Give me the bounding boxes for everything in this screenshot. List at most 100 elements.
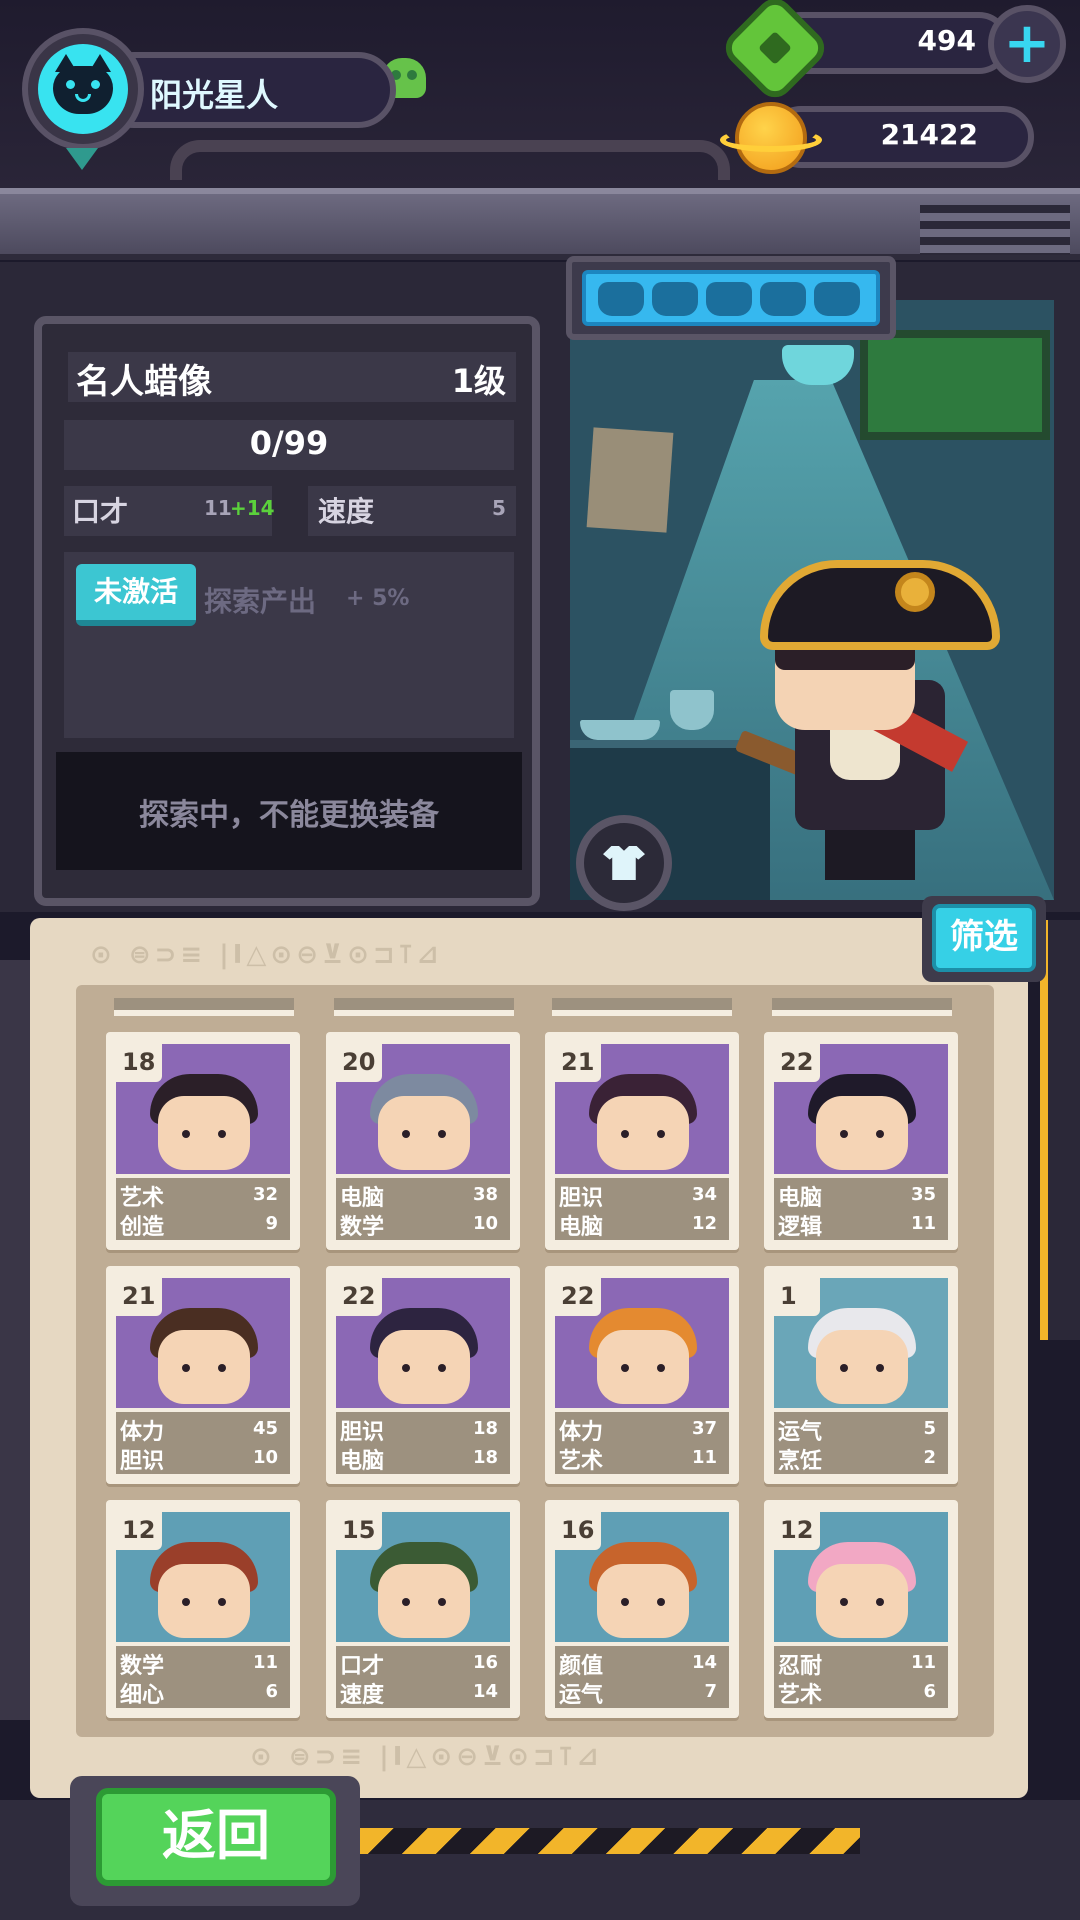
card-level: 1 [774,1278,820,1316]
partial-card[interactable] [772,998,952,1016]
card-stat-value: 11 [252,1652,278,1673]
card-stat-line: 颜值 14 [559,1648,725,1679]
plus-icon: + [1003,11,1051,76]
character-card[interactable]: 12 忍耐 11 艺术 6 [764,1500,958,1718]
card-stat-name: 颜值 [559,1654,604,1679]
card-stat-name: 逻辑 [778,1215,823,1240]
eye-icon [402,1598,410,1606]
character-card[interactable]: 21 体力 45 胆识 10 [106,1266,300,1484]
card-stat-name: 数学 [340,1215,385,1240]
character-card[interactable]: 22 胆识 18 电脑 18 [326,1266,520,1484]
cat-slot-icon [598,282,644,316]
character-card[interactable]: 1 运气 5 烹饪 2 [764,1266,958,1484]
eye-icon [657,1364,665,1372]
slot-bar [582,270,880,326]
card-stat-line: 速度 14 [340,1677,506,1708]
back-button[interactable]: 返回 [96,1788,336,1886]
metal-rail [0,188,1080,260]
card-stat-line: 胆识 34 [559,1180,725,1211]
eye-icon [840,1598,848,1606]
card-stat-value: 38 [472,1184,498,1205]
add-gems-button[interactable]: + [988,5,1066,83]
character-face [158,1096,250,1170]
cat-avatar-icon [38,44,128,134]
card-stat-line: 逻辑 11 [778,1209,944,1240]
card-stat-name: 忍耐 [778,1654,823,1679]
character-card[interactable]: 20 电脑 38 数学 10 [326,1032,520,1250]
card-stat-line: 忍耐 11 [778,1648,944,1679]
card-level: 22 [336,1278,382,1316]
card-stat-line: 数学 10 [340,1209,506,1240]
card-stats: 艺术 32 创造 9 [116,1178,290,1240]
character-card[interactable]: 22 电脑 35 逻辑 11 [764,1032,958,1250]
character-face [597,1564,689,1638]
cat-slot-icon [814,282,860,316]
card-level: 21 [555,1044,601,1082]
card-stat-line: 体力 37 [559,1414,725,1445]
character-card[interactable]: 12 数学 11 细心 6 [106,1500,300,1718]
eye-icon [840,1130,848,1138]
partial-card[interactable] [334,998,514,1016]
card-stat-value: 16 [472,1652,498,1673]
card-stat-name: 艺术 [778,1683,823,1708]
card-stat-name: 数学 [120,1654,165,1679]
cup-icon [670,690,714,730]
eye-icon [402,1364,410,1372]
character-portrait: 15 [336,1512,510,1642]
card-stat-name: 体力 [120,1420,165,1445]
character-card[interactable]: 21 胆识 34 电脑 12 [545,1032,739,1250]
cat-slot-icon [652,282,698,316]
card-stat-value: 11 [910,1213,936,1234]
character-portrait: 16 [555,1512,729,1642]
card-stats: 口才 16 速度 14 [336,1646,510,1708]
character-face [597,1096,689,1170]
eye-icon [218,1364,226,1372]
avatar-pin-icon [66,148,98,170]
eye-icon [182,1598,190,1606]
partial-card[interactable] [114,998,294,1016]
character-portrait: 22 [774,1044,948,1174]
card-stat-value: 9 [265,1213,278,1234]
card-stats: 运气 5 烹饪 2 [774,1412,948,1474]
card-stat-line: 细心 6 [120,1677,286,1708]
card-stat-name: 电脑 [340,1186,385,1211]
partial-card[interactable] [552,998,732,1016]
card-stats: 电脑 38 数学 10 [336,1178,510,1240]
character-card[interactable]: 15 口才 16 速度 14 [326,1500,520,1718]
eye-icon [621,1364,629,1372]
player-avatar[interactable] [22,28,144,150]
card-stats: 数学 11 细心 6 [116,1646,290,1708]
card-stats: 体力 37 艺术 11 [555,1412,729,1474]
lamp-icon [782,345,854,385]
card-stat-name: 胆识 [120,1449,165,1474]
card-stat-value: 14 [691,1652,717,1673]
card-stat-line: 创造 9 [120,1209,286,1240]
eye-icon [182,1130,190,1138]
eye-icon [876,1130,884,1138]
card-stat-value: 18 [472,1447,498,1468]
eye-icon [876,1364,884,1372]
character-card[interactable]: 22 体力 37 艺术 11 [545,1266,739,1484]
character-portrait: 12 [774,1512,948,1642]
character-portrait: 20 [336,1044,510,1174]
card-stat-line: 运气 7 [559,1677,725,1708]
card-stat-value: 37 [691,1418,717,1439]
card-stat-line: 艺术 32 [120,1180,286,1211]
cat-slot-icon [760,282,806,316]
character-card[interactable]: 16 颜值 14 运气 7 [545,1500,739,1718]
character-portrait: 1 [774,1278,948,1408]
eye-icon [438,1364,446,1372]
outfit-button[interactable] [576,815,672,911]
stat-value: 11 [204,496,232,520]
cat-slot-icon [706,282,752,316]
character-face [816,1096,908,1170]
card-stat-line: 口才 16 [340,1648,506,1679]
card-stat-line: 电脑 35 [778,1180,944,1211]
filter-button[interactable]: 筛选 [932,904,1036,972]
card-stat-value: 7 [704,1681,717,1702]
character-card[interactable]: 18 艺术 32 创造 9 [106,1032,300,1250]
item-progress: 0/99 [249,424,329,462]
card-level: 22 [774,1044,820,1082]
card-stat-name: 运气 [559,1683,604,1708]
eye-icon [438,1130,446,1138]
